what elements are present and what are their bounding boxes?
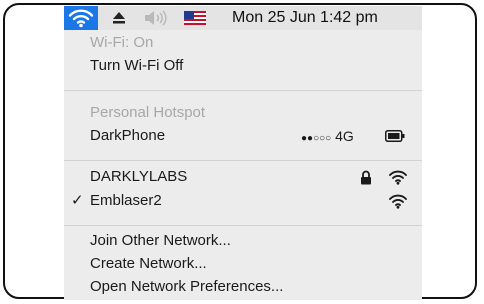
hotspot-name-label: DarkPhone [90,127,166,144]
create-network-item[interactable]: Create Network... [64,253,422,275]
hotspot-header-row: Personal Hotspot [64,102,422,124]
wifi-signal-icon [388,190,408,212]
wifi-dropdown-menu: Wi-Fi: On Turn Wi-Fi Off Personal Hotspo… [64,30,422,300]
hotspot-header-label: Personal Hotspot [90,104,206,121]
join-other-network-item[interactable]: Join Other Network... [64,230,422,252]
open-network-preferences-label: Open Network Preferences... [90,278,284,295]
wifi-signal-icon [388,166,408,188]
flag-icon[interactable] [184,6,206,30]
battery-icon [385,125,405,147]
menu-separator [64,160,422,161]
hotspot-item-darkphone[interactable]: DarkPhone ●●○○○ 4G [64,125,422,147]
wifi-status-row: Wi-Fi: On [64,32,422,54]
lock-icon [360,166,372,188]
checkmark-icon: ✓ [71,192,84,209]
menu-separator [64,225,422,226]
network-item-emblaser2[interactable]: ✓ Emblaser2 [64,190,422,212]
volume-icon[interactable] [144,6,170,30]
turn-wifi-off-item[interactable]: Turn Wi-Fi Off [64,55,422,77]
network-item-darklylabs[interactable]: DARKLYLABS [64,166,422,188]
network-type-label: 4G [335,128,354,144]
turn-wifi-off-label: Turn Wi-Fi Off [90,57,184,74]
signal-strength-icon: ●●○○○ [301,133,332,144]
wifi-menu-button[interactable] [64,6,98,30]
wifi-icon [68,9,94,28]
menu-separator [64,90,422,91]
menubar-clock[interactable]: Mon 25 Jun 1:42 pm [232,6,378,30]
open-network-preferences-item[interactable]: Open Network Preferences... [64,276,422,298]
create-network-label: Create Network... [90,255,207,272]
join-other-network-label: Join Other Network... [90,232,231,249]
hotspot-status: ●●○○○ 4G [301,125,354,147]
network-name-label: Emblaser2 [90,192,162,209]
network-name-label: DARKLYLABS [90,168,188,185]
eject-icon[interactable] [112,6,126,30]
wifi-status-label: Wi-Fi: On [90,34,154,51]
